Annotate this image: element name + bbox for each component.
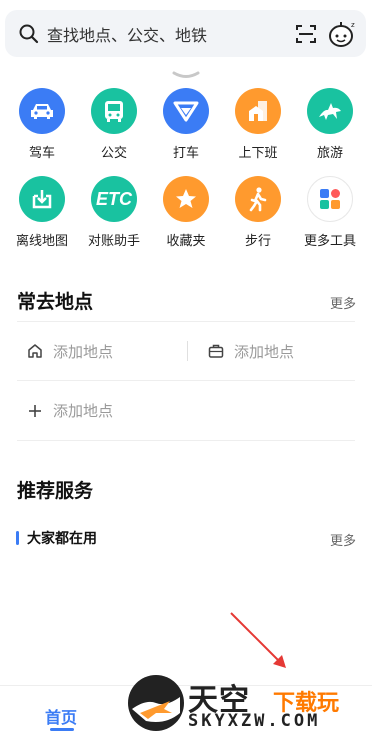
add-home-label: 添加地点 (53, 343, 114, 361)
etc-text: ETC (96, 188, 132, 209)
tab-home[interactable]: 首页 (45, 704, 77, 728)
divider (187, 341, 188, 361)
assistant-avatar-icon[interactable]: z (326, 18, 358, 50)
tool-label: 驾车 (28, 145, 55, 160)
tool-drive[interactable]: 驾车 (9, 88, 75, 161)
recommend-subtitle-text: 大家都在用 (27, 530, 97, 546)
add-work-button[interactable]: 添加地点 (198, 341, 294, 362)
tab-home-indicator (50, 728, 74, 731)
tool-commute[interactable]: 上下班 (225, 88, 291, 161)
star-icon (163, 176, 209, 222)
taxi-icon (163, 88, 209, 134)
tool-walk[interactable]: 步行 (225, 176, 291, 249)
add-work-label: 添加地点 (234, 343, 295, 361)
search-input[interactable]: 查找地点、公交、地铁 (47, 22, 366, 46)
tool-label: 打车 (172, 145, 199, 160)
add-place-row: 添加地点 (17, 381, 355, 441)
frequent-more-link[interactable]: 更多 (330, 293, 356, 312)
walk-icon (235, 176, 281, 222)
tools-row: 离线地图 ETC 对账助手 收藏夹 步行 更多工具 (0, 176, 372, 249)
tools-grid: 驾车 公交 打车 上下班 旅游 离线地图 ETC 对账助手 收藏夹 步行 更多工… (0, 88, 372, 264)
etc-icon: ETC (91, 176, 137, 222)
tool-label: 步行 (244, 233, 271, 248)
briefcase-icon (208, 344, 224, 358)
home-icon (28, 344, 42, 358)
tool-label: 收藏夹 (166, 233, 206, 248)
commute-icon (235, 88, 281, 134)
red-arrow-icon (230, 612, 286, 668)
bus-icon (91, 88, 137, 134)
recommend-more-link[interactable]: 更多 (330, 530, 356, 549)
travel-icon (307, 88, 353, 134)
tool-label: 对账助手 (87, 233, 140, 248)
tool-travel[interactable]: 旅游 (297, 88, 363, 161)
tool-label: 更多工具 (303, 233, 356, 248)
watermark: 天空 下载玩 SKYXZW.COM (126, 673, 372, 733)
tool-etc[interactable]: ETC 对账助手 (81, 176, 147, 249)
home-work-row: 添加地点 添加地点 (17, 321, 355, 381)
recommend-title: 推荐服务 (17, 481, 94, 502)
tool-favorites[interactable]: 收藏夹 (153, 176, 219, 249)
accent-bar (16, 531, 19, 545)
add-place-label: 添加地点 (53, 403, 114, 420)
tool-label: 公交 (100, 145, 127, 160)
tool-label: 离线地图 (15, 233, 68, 248)
search-icon (19, 24, 39, 43)
car-icon (19, 88, 65, 134)
tool-label: 上下班 (238, 145, 278, 160)
svg-text:z: z (351, 21, 355, 29)
offline-map-icon (19, 176, 65, 222)
watermark-domain: SKYXZW.COM (188, 711, 321, 731)
tool-taxi[interactable]: 打车 (153, 88, 219, 161)
add-place-button[interactable]: 添加地点 (17, 400, 113, 421)
collapse-handle-icon[interactable] (172, 70, 200, 82)
recommend-subtitle: 大家都在用 (16, 528, 97, 548)
tool-bus[interactable]: 公交 (81, 88, 147, 161)
watermark-logo-icon (128, 675, 184, 731)
scan-icon[interactable] (294, 22, 318, 46)
tools-row: 驾车 公交 打车 上下班 旅游 (0, 88, 372, 161)
add-home-button[interactable]: 添加地点 (17, 341, 177, 362)
tool-label: 旅游 (316, 145, 343, 160)
search-bar[interactable]: 查找地点、公交、地铁 z (5, 10, 366, 57)
tool-more[interactable]: 更多工具 (297, 176, 363, 249)
tool-offline-map[interactable]: 离线地图 (9, 176, 75, 249)
plus-icon (29, 404, 41, 417)
more-tools-icon (307, 176, 353, 222)
frequent-places-title: 常去地点 (17, 292, 94, 313)
